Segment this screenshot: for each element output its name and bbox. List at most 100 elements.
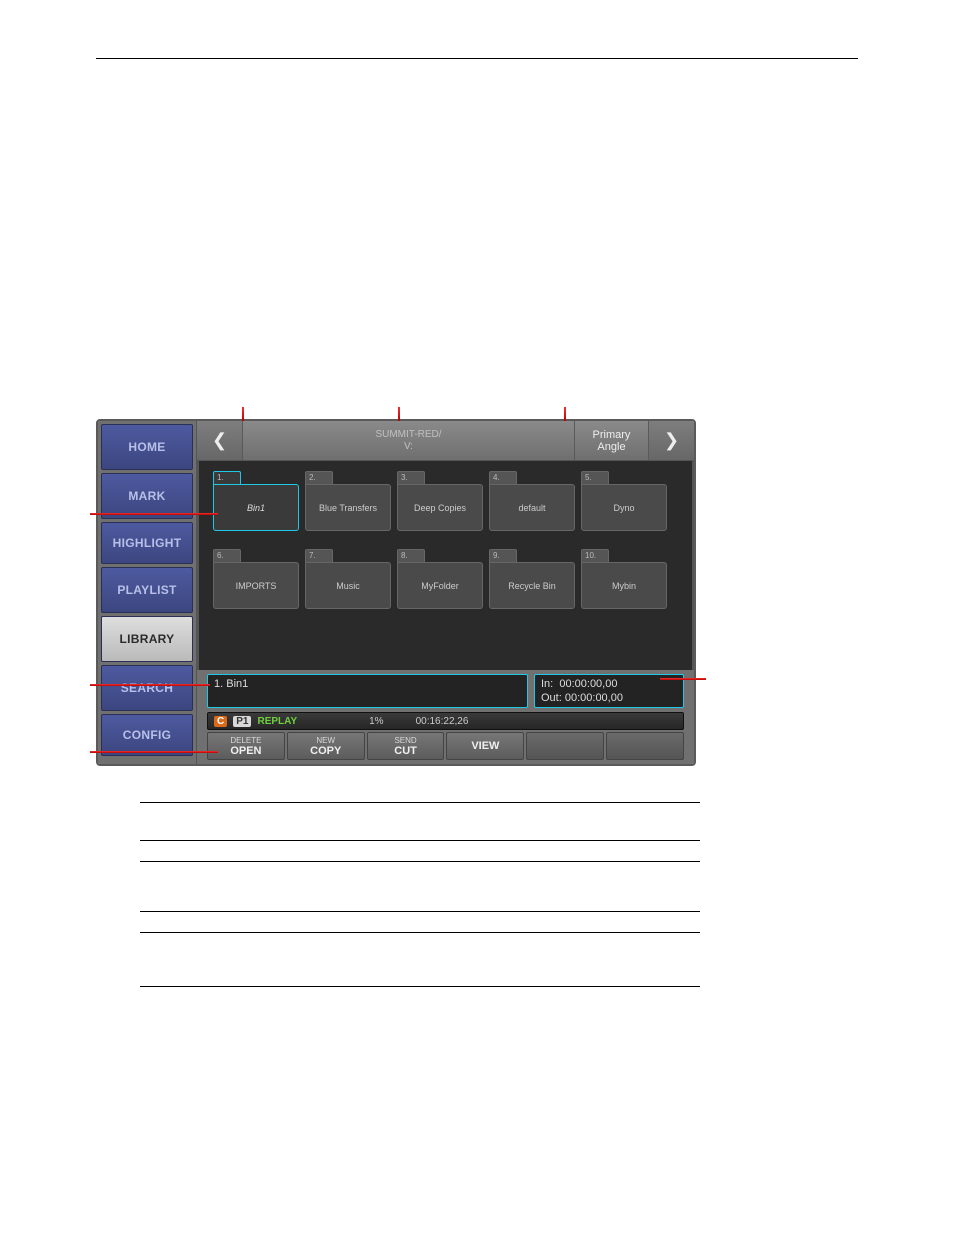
- folder-item[interactable]: 3. Deep Copies: [397, 471, 483, 531]
- folder-number: 1.: [213, 471, 241, 485]
- breadcrumb[interactable]: SUMMIT-RED/ V:: [243, 421, 574, 460]
- folder-label: Music: [305, 562, 391, 609]
- info-strip: 1. Bin1 In: 00:00:00,00 Out: 00:00:00,00: [207, 674, 684, 708]
- softkey-bottom: VIEW: [471, 741, 499, 751]
- callout-line: [660, 678, 706, 680]
- folder-number: 3.: [397, 471, 425, 485]
- chevron-right-icon: ❯: [664, 430, 679, 451]
- folder-item[interactable]: 8. MyFolder: [397, 549, 483, 609]
- table-row: [140, 912, 700, 933]
- folder-item[interactable]: 5. Dyno: [581, 471, 667, 531]
- folder-number: 10.: [581, 549, 609, 563]
- softkey-bottom: COPY: [310, 746, 341, 756]
- folder-item[interactable]: 10. Mybin: [581, 549, 667, 609]
- in-row: In: 00:00:00,00: [541, 677, 677, 691]
- folder-number: 8.: [397, 549, 425, 563]
- softkey-open[interactable]: DELETEOPEN: [207, 732, 285, 760]
- folder-number: 6.: [213, 549, 241, 563]
- main-area: ❮ SUMMIT-RED/ V: Primary Angle ❯ 1. Bin1: [196, 421, 694, 764]
- nav-next-button[interactable]: ❯: [648, 421, 694, 460]
- out-value: 00:00:00,00: [565, 692, 623, 704]
- out-row: Out: 00:00:00,00: [541, 691, 677, 705]
- folder-label: MyFolder: [397, 562, 483, 609]
- replay-percent: 1%: [369, 716, 383, 727]
- sidebar-item-library[interactable]: LIBRARY: [101, 616, 193, 662]
- folder-label: Deep Copies: [397, 484, 483, 531]
- folder-number: 4.: [489, 471, 517, 485]
- callout-line: [564, 407, 566, 421]
- player-badge: P1: [233, 716, 251, 727]
- folder-item[interactable]: 2. Blue Transfers: [305, 471, 391, 531]
- table-header: [180, 803, 310, 841]
- table-header: [140, 803, 180, 841]
- table-header: [310, 803, 700, 841]
- softkey-empty[interactable]: [526, 732, 604, 760]
- sidebar-item-label: MARK: [128, 489, 165, 503]
- softkey-bottom: OPEN: [230, 746, 261, 756]
- folder-number: 9.: [489, 549, 517, 563]
- table-row: [140, 862, 700, 912]
- app-window: HOME MARK HIGHLIGHT PLAYLIST LIBRARY SEA…: [96, 419, 696, 766]
- folder-item[interactable]: 9. Recycle Bin: [489, 549, 575, 609]
- angle-button[interactable]: Primary Angle: [574, 421, 648, 460]
- folder-label: Mybin: [581, 562, 667, 609]
- sidebar-item-label: HIGHLIGHT: [113, 536, 182, 550]
- table-row: [140, 841, 700, 862]
- folder-label: Bin1: [213, 484, 299, 531]
- replay-time: 00:16:22,26: [416, 716, 469, 727]
- folder-label: IMPORTS: [213, 562, 299, 609]
- softkey-bottom: CUT: [394, 746, 417, 756]
- description-table: [140, 802, 700, 987]
- out-label: Out:: [541, 692, 562, 704]
- top-divider: [96, 58, 858, 59]
- sidebar-item-label: CONFIG: [123, 728, 171, 742]
- sidebar-item-highlight[interactable]: HIGHLIGHT: [101, 522, 193, 564]
- in-value: 00:00:00,00: [559, 678, 617, 690]
- callout-line: [242, 407, 244, 421]
- callout-line: [398, 407, 400, 421]
- folder-row: 1. Bin1 2. Blue Transfers 3. Deep Copies…: [213, 471, 682, 531]
- angle-line2: Angle: [597, 441, 625, 453]
- folder-item[interactable]: 7. Music: [305, 549, 391, 609]
- sidebar-item-home[interactable]: HOME: [101, 424, 193, 470]
- folder-label: Recycle Bin: [489, 562, 575, 609]
- folder-row: 6. IMPORTS 7. Music 8. MyFolder 9. Recyc…: [213, 549, 682, 609]
- folder-number: 7.: [305, 549, 333, 563]
- topbar: ❮ SUMMIT-RED/ V: Primary Angle ❯: [197, 421, 694, 461]
- replay-label: REPLAY: [257, 716, 297, 727]
- sidebar: HOME MARK HIGHLIGHT PLAYLIST LIBRARY SEA…: [98, 421, 196, 764]
- callout-line: [90, 684, 210, 686]
- angle-line1: Primary: [593, 429, 631, 441]
- replay-strip: C P1 REPLAY 1% 00:16:22,26: [207, 712, 684, 730]
- chevron-left-icon: ❮: [212, 430, 227, 451]
- callout-line: [90, 751, 218, 753]
- folder-item[interactable]: 4. default: [489, 471, 575, 531]
- sidebar-item-playlist[interactable]: PLAYLIST: [101, 567, 193, 613]
- path-line2: V:: [404, 441, 413, 453]
- in-label: In:: [541, 678, 553, 690]
- table-row: [140, 933, 700, 987]
- folder-grid: 1. Bin1 2. Blue Transfers 3. Deep Copies…: [197, 461, 694, 670]
- folder-number: 2.: [305, 471, 333, 485]
- sidebar-item-label: HOME: [128, 440, 165, 454]
- channel-badge: C: [214, 716, 227, 727]
- folder-label: Dyno: [581, 484, 667, 531]
- folder-number: 5.: [581, 471, 609, 485]
- nav-prev-button[interactable]: ❮: [197, 421, 243, 460]
- folder-label: default: [489, 484, 575, 531]
- softkey-row: DELETEOPEN NEWCOPY SENDCUT VIEW: [207, 732, 684, 760]
- folder-label: Blue Transfers: [305, 484, 391, 531]
- softkey-cut[interactable]: SENDCUT: [367, 732, 445, 760]
- softkey-view[interactable]: VIEW: [446, 732, 524, 760]
- folder-item[interactable]: 6. IMPORTS: [213, 549, 299, 609]
- sidebar-item-search[interactable]: SEARCH: [101, 665, 193, 711]
- sidebar-item-config[interactable]: CONFIG: [101, 714, 193, 756]
- path-line1: SUMMIT-RED/: [375, 429, 441, 441]
- sidebar-item-label: LIBRARY: [120, 632, 175, 646]
- softkey-copy[interactable]: NEWCOPY: [287, 732, 365, 760]
- callout-line: [90, 513, 218, 515]
- folder-item[interactable]: 1. Bin1: [213, 471, 299, 531]
- selected-bin-label: 1. Bin1: [214, 678, 248, 690]
- softkey-empty[interactable]: [606, 732, 684, 760]
- selected-bin-field[interactable]: 1. Bin1: [207, 674, 528, 708]
